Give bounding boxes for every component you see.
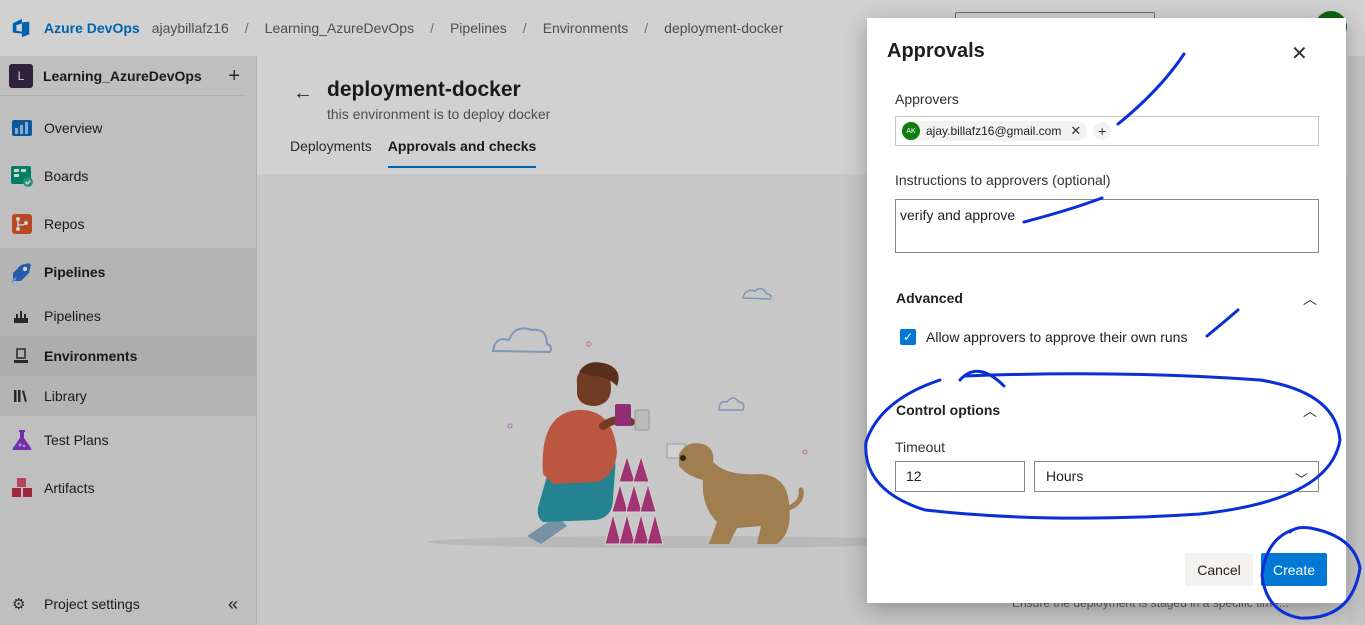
approver-pill[interactable]: AK ajay.billafz16@gmail.com ✕ bbox=[901, 121, 1088, 141]
instructions-textarea[interactable]: verify and approve bbox=[895, 199, 1319, 253]
approvals-dialog: Approvals ✕ Approvers AK ajay.billafz16@… bbox=[867, 18, 1346, 603]
close-icon[interactable]: ✕ bbox=[1291, 44, 1308, 64]
advanced-section-title[interactable]: Advanced bbox=[896, 290, 963, 306]
timeout-unit-select[interactable]: Hours ﹀ bbox=[1034, 461, 1319, 492]
chevron-up-icon[interactable]: ︿ bbox=[1303, 401, 1317, 421]
timeout-input[interactable]: 12 bbox=[895, 461, 1025, 492]
instructions-label: Instructions to approvers (optional) bbox=[895, 172, 1111, 188]
control-options-section-title[interactable]: Control options bbox=[896, 402, 1000, 418]
approvers-label: Approvers bbox=[895, 91, 959, 107]
chevron-up-icon[interactable]: ︿ bbox=[1303, 289, 1317, 309]
add-approver-icon[interactable]: + bbox=[1093, 122, 1112, 140]
create-button[interactable]: Create bbox=[1261, 553, 1327, 586]
timeout-label: Timeout bbox=[895, 439, 946, 455]
approver-email: ajay.billafz16@gmail.com bbox=[926, 124, 1062, 138]
dialog-title: Approvals bbox=[887, 40, 985, 62]
approvers-input[interactable]: AK ajay.billafz16@gmail.com ✕ + bbox=[895, 116, 1319, 146]
remove-approver-icon[interactable]: ✕ bbox=[1070, 123, 1081, 139]
cancel-button[interactable]: Cancel bbox=[1185, 553, 1253, 586]
timeout-unit-value: Hours bbox=[1046, 468, 1084, 484]
approver-avatar: AK bbox=[902, 122, 920, 140]
chevron-down-icon: ﹀ bbox=[1294, 472, 1308, 487]
allow-self-approval-checkbox[interactable]: ✓ bbox=[900, 329, 916, 345]
allow-self-approval-label[interactable]: Allow approvers to approve their own run… bbox=[926, 329, 1187, 345]
